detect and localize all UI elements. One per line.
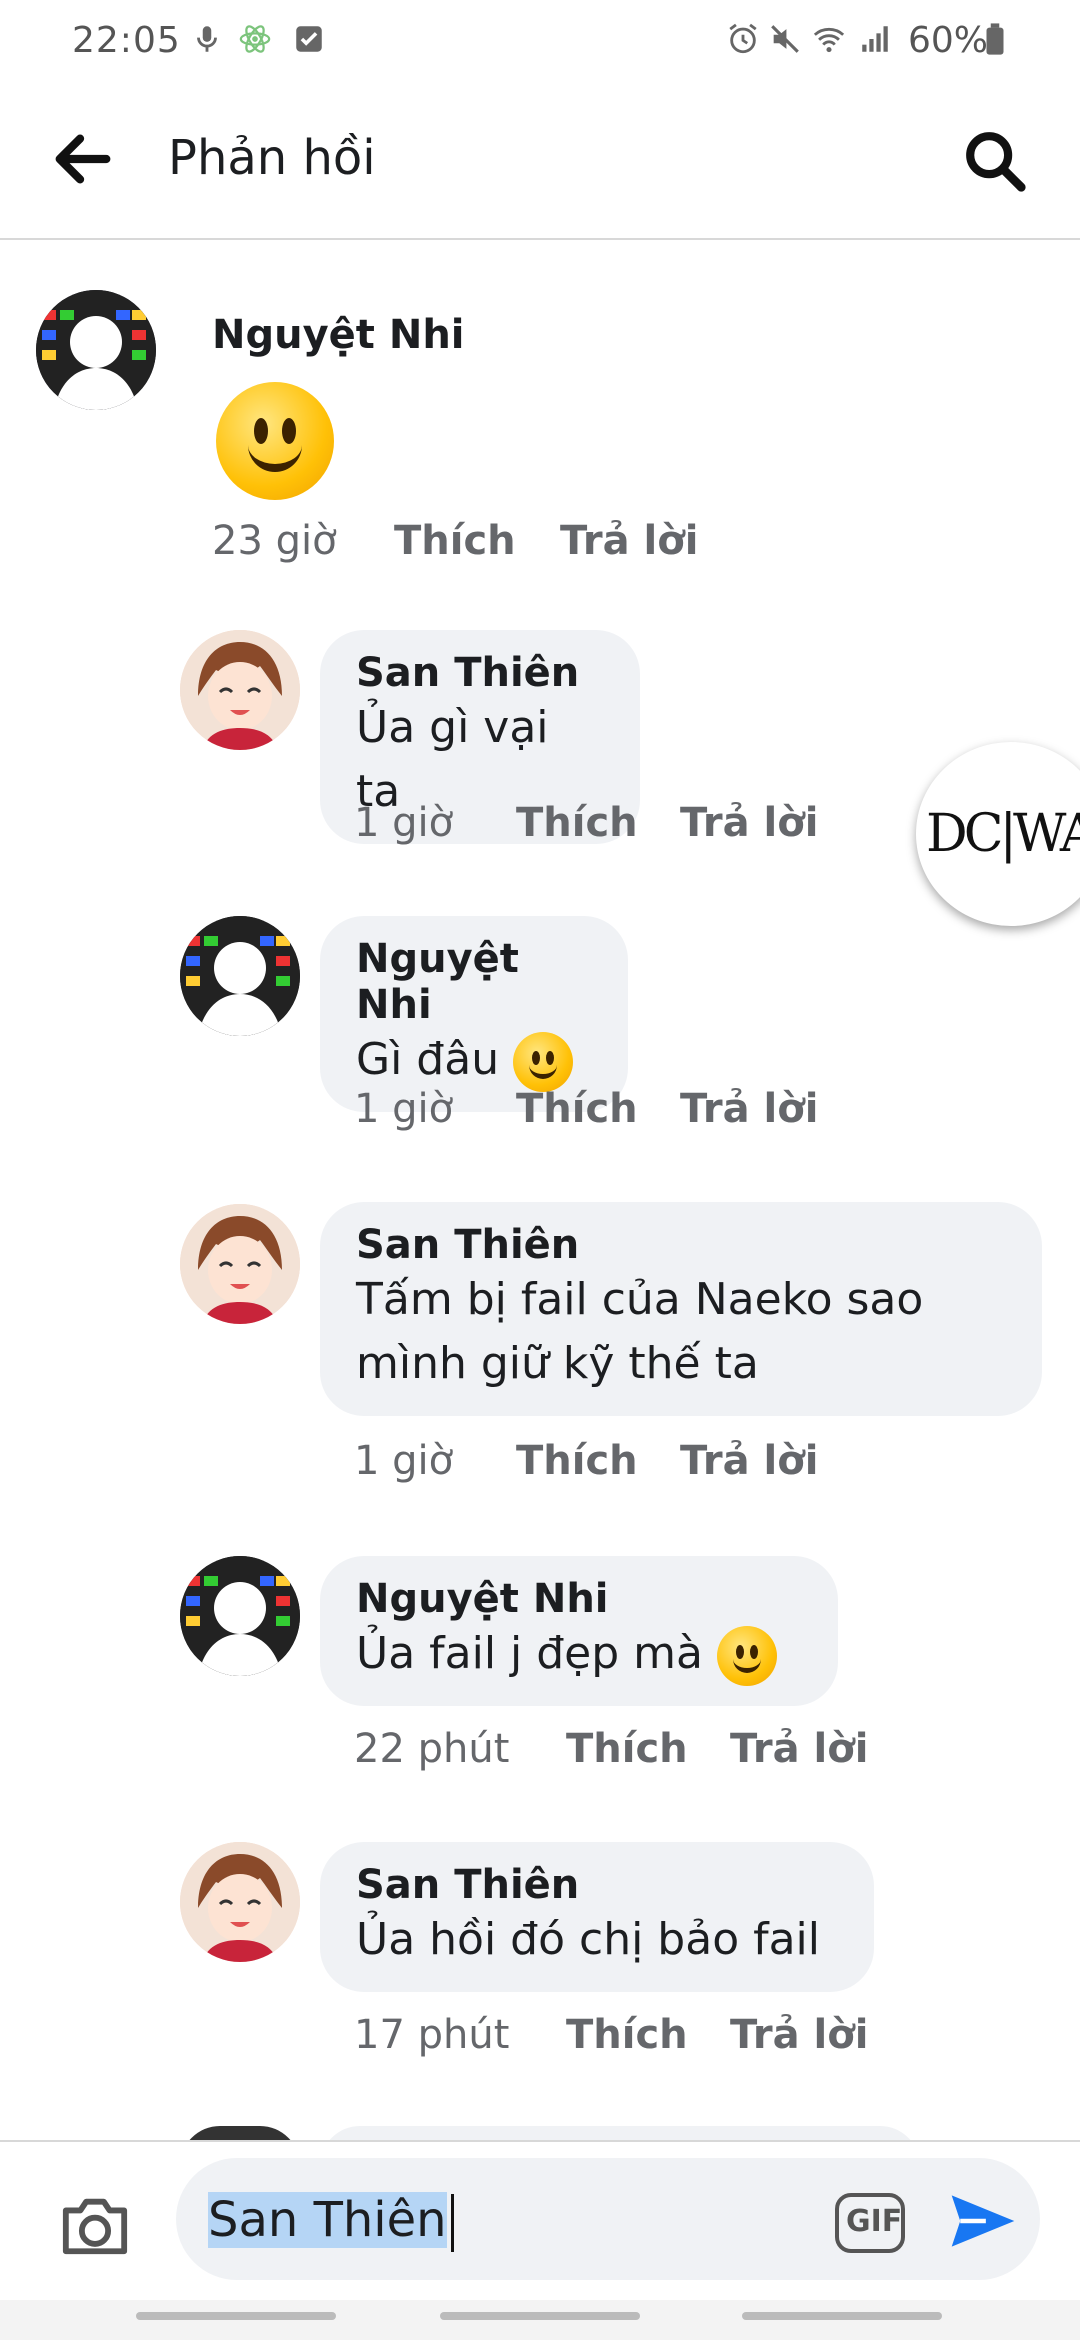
- anime-avatar-icon: [180, 1204, 300, 1324]
- like-button[interactable]: Thích: [566, 2012, 688, 2058]
- gif-button[interactable]: GIF: [834, 2192, 906, 2254]
- smile-emoji-icon: [513, 1032, 574, 1092]
- system-nav-bar: [0, 2300, 1080, 2340]
- anime-avatar-icon: [180, 1842, 300, 1962]
- comment-time: 1 giờ: [354, 1438, 454, 1484]
- comment-text: Gì đâu: [356, 1034, 500, 1085]
- comment-input[interactable]: San Thiên GIF: [176, 2158, 1040, 2280]
- smile-emoji-icon: [216, 382, 334, 500]
- page-title: Phản hồi: [168, 130, 376, 186]
- avatar[interactable]: [36, 290, 156, 410]
- comment-time: 17 phút: [354, 2012, 510, 2058]
- default-avatar-icon: [36, 290, 156, 410]
- avatar[interactable]: [180, 1842, 300, 1962]
- wifi-icon: [813, 27, 845, 53]
- comment-bubble[interactable]: San Thiên Ủa hồi đó chị bảo fail: [320, 1842, 874, 1992]
- comment-reply: San Thiên Ủa hồi đó chị bảo fail 17 phút…: [0, 1832, 1080, 2082]
- like-button[interactable]: Thích: [394, 518, 516, 564]
- comment-text-row: Gì đâu: [356, 1028, 592, 1092]
- comment-bubble[interactable]: Nguyệt Nhi Gì đâu: [320, 916, 628, 1112]
- comment-reply: Nguyệt Nhi Gì đâu 1 giờ Thích Trả lời: [0, 906, 1080, 1156]
- text-caret: [450, 2194, 454, 2252]
- comment-time: 1 giờ: [354, 800, 454, 846]
- nav-home-handle[interactable]: [440, 2312, 640, 2320]
- like-button[interactable]: Thích: [516, 800, 638, 846]
- atom-icon: [239, 25, 271, 53]
- comment-author[interactable]: Nguyệt Nhi: [356, 936, 592, 1028]
- comment-author[interactable]: Nguyệt Nhi: [356, 1576, 802, 1622]
- comment-text-row: Ủa fail j đẹp mà: [356, 1622, 802, 1686]
- default-avatar-icon: [180, 1556, 300, 1676]
- app-header: Phản hồi: [0, 84, 1080, 240]
- comment-reply: Nguyệt Nhi Ủa fail j đẹp mà 22 phút Thíc…: [0, 1546, 1080, 1796]
- avatar[interactable]: [180, 1556, 300, 1676]
- reply-button[interactable]: Trả lời: [680, 1438, 818, 1484]
- avatar[interactable]: [180, 630, 300, 750]
- comment-author[interactable]: San Thiên: [356, 650, 604, 696]
- comment-reply: San Thiên Tấm bị fail của Naeko sao mình…: [0, 1194, 1080, 1504]
- reply-button[interactable]: Trả lời: [680, 1086, 818, 1132]
- battery-icon: [986, 23, 1004, 55]
- reply-button[interactable]: Trả lời: [730, 2012, 868, 2058]
- avatar[interactable]: [180, 916, 300, 1036]
- comment-time: 22 phút: [354, 1726, 510, 1772]
- comment-author[interactable]: Nguyệt Nhi: [212, 312, 465, 358]
- comment-author[interactable]: San Thiên: [356, 1862, 838, 1908]
- comment-text: Ủa fail j đẹp mà: [356, 1628, 703, 1679]
- alarm-icon: [729, 23, 757, 54]
- mention-tag: San Thiên: [208, 2192, 447, 2248]
- like-button[interactable]: Thích: [566, 1726, 688, 1772]
- like-button[interactable]: Thích: [516, 1438, 638, 1484]
- comment-meta: 1 giờ Thích Trả lời: [354, 1438, 914, 1488]
- comment-bubble[interactable]: San Thiên Tấm bị fail của Naeko sao mình…: [320, 1202, 1042, 1416]
- comment-bubble[interactable]: Nguyệt Nhi Ủa fail j đẹp mà: [320, 1556, 838, 1706]
- comment-text: Ủa hồi đó chị bảo fail: [356, 1914, 820, 1965]
- comment-meta: 23 giờ Thích Trả lời: [212, 518, 812, 568]
- avatar[interactable]: [180, 1204, 300, 1324]
- signal-icon: [862, 26, 888, 52]
- status-time: 22:05: [72, 20, 181, 61]
- nav-recents-handle[interactable]: [136, 2312, 336, 2320]
- search-icon[interactable]: [960, 126, 1030, 196]
- comment-text-line-1: Tấm bị fail của Naeko sao: [356, 1274, 924, 1325]
- input-text: San Thiên: [208, 2192, 454, 2252]
- comment-time: 1 giờ: [354, 1086, 454, 1132]
- reply-button[interactable]: Trả lời: [730, 1726, 868, 1772]
- default-avatar-icon: [180, 916, 300, 1036]
- nav-back-handle[interactable]: [742, 2312, 942, 2320]
- comment-meta: 17 phút Thích Trả lời: [354, 2012, 954, 2062]
- reply-composer: San Thiên GIF: [0, 2140, 1080, 2302]
- arrow-left-icon[interactable]: [48, 124, 118, 194]
- dcwac-logo-icon: DC|WAC: [926, 804, 1080, 864]
- reply-button[interactable]: Trả lời: [560, 518, 698, 564]
- send-icon[interactable]: [946, 2186, 1020, 2256]
- comment-time: 23 giờ: [212, 518, 337, 564]
- comment-meta: 1 giờ Thích Trả lời: [354, 800, 914, 850]
- status-bar: 22:05 60%: [0, 0, 1080, 84]
- reply-button[interactable]: Trả lời: [680, 800, 818, 846]
- mute-icon: [771, 25, 799, 53]
- like-button[interactable]: Thích: [516, 1086, 638, 1132]
- comment-partial: [180, 2122, 940, 2140]
- gif-label: GIF: [846, 2204, 903, 2239]
- checkbox-icon: [296, 26, 322, 52]
- comment-author[interactable]: San Thiên: [356, 1222, 1006, 1268]
- smile-emoji-icon: [717, 1626, 777, 1686]
- comment-meta: 22 phút Thích Trả lời: [354, 1726, 954, 1776]
- microphone-icon: [197, 26, 217, 52]
- camera-icon[interactable]: [56, 2190, 134, 2260]
- battery-percent: 60%: [908, 20, 989, 61]
- comment-root: Nguyệt Nhi 23 giờ Thích Trả lời: [0, 240, 1080, 570]
- comment-meta: 1 giờ Thích Trả lời: [354, 1086, 914, 1136]
- anime-avatar-icon: [180, 630, 300, 750]
- comment-text-line-2: mình giữ kỹ thế ta: [356, 1338, 759, 1389]
